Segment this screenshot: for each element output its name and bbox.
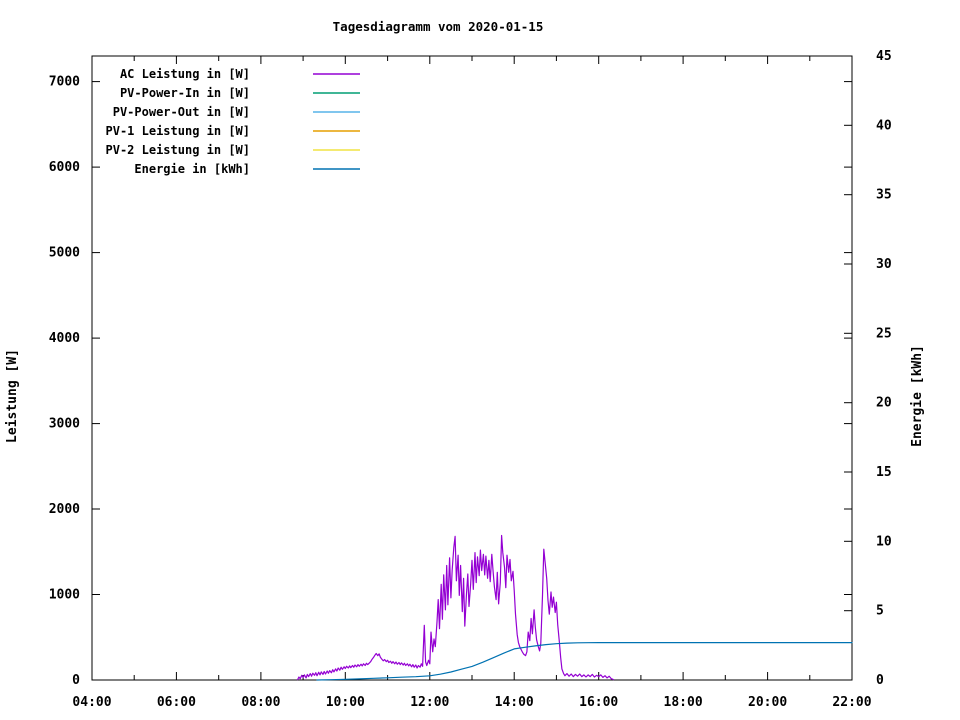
legend-label-pv-power-in-in-w: PV-Power-In in [W]: [120, 86, 250, 100]
y-right-tick-label: 15: [876, 465, 892, 480]
x-tick-label: 22:00: [832, 695, 871, 710]
y-left-tick-label: 7000: [49, 75, 80, 90]
legend-label-pv-2-leistung-in-w: PV-2 Leistung in [W]: [106, 143, 251, 157]
y-right-tick-label: 10: [876, 534, 892, 549]
y-left-tick-label: 3000: [49, 417, 80, 432]
x-tick-label: 08:00: [241, 695, 280, 710]
y-right-tick-label: 30: [876, 257, 892, 272]
y-left-tick-label: 2000: [49, 502, 80, 517]
y-left-tick-label: 1000: [49, 588, 80, 603]
y-right-tick-label: 20: [876, 396, 892, 411]
y-right-tick-label: 40: [876, 118, 892, 133]
y-right-tick-label: 45: [876, 49, 892, 64]
x-tick-label: 12:00: [410, 695, 449, 710]
y-left-tick-label: 5000: [49, 246, 80, 261]
x-tick-label: 06:00: [157, 695, 196, 710]
x-tick-label: 18:00: [664, 695, 703, 710]
legend-label-pv-power-out-in-w: PV-Power-Out in [W]: [113, 105, 250, 119]
x-tick-label: 14:00: [495, 695, 534, 710]
x-tick-label: 16:00: [579, 695, 618, 710]
y-left-tick-label: 4000: [49, 331, 80, 346]
y-right-tick-label: 25: [876, 326, 892, 341]
y-right-axis-title: Energie [kWh]: [910, 345, 925, 447]
legend-label-ac-leistung-in-w: AC Leistung in [W]: [120, 67, 250, 81]
tagesdiagramm-page: Tagesdiagramm vom 2020-01-15 04:00 06:00 08…: [0, 0, 960, 720]
legend-label-pv-1-leistung-in-w: PV-1 Leistung in [W]: [106, 124, 251, 138]
y-left-tick-label: 6000: [49, 160, 80, 175]
y-left-axis-title: Leistung [W]: [5, 349, 20, 443]
x-tick-label: 10:00: [326, 695, 365, 710]
y-right-tick-label: 35: [876, 188, 892, 203]
series-energie-in-kwh: [316, 641, 853, 681]
x-tick-label: 20:00: [748, 695, 787, 710]
y-left-tick-label: 0: [72, 673, 80, 688]
tagesdiagramm-chart: Tagesdiagramm vom 2020-01-15 04:00 06:00 08…: [5, 19, 925, 710]
y-right-tick-label: 5: [876, 604, 884, 619]
series-ac-leistung-in-w: [297, 534, 615, 681]
x-tick-label: 04:00: [72, 695, 111, 710]
y-right-tick-label: 0: [876, 673, 884, 688]
chart-title: Tagesdiagramm vom 2020-01-15: [333, 19, 544, 34]
legend-label-energie-in-kwh: Energie in [kWh]: [134, 162, 250, 176]
